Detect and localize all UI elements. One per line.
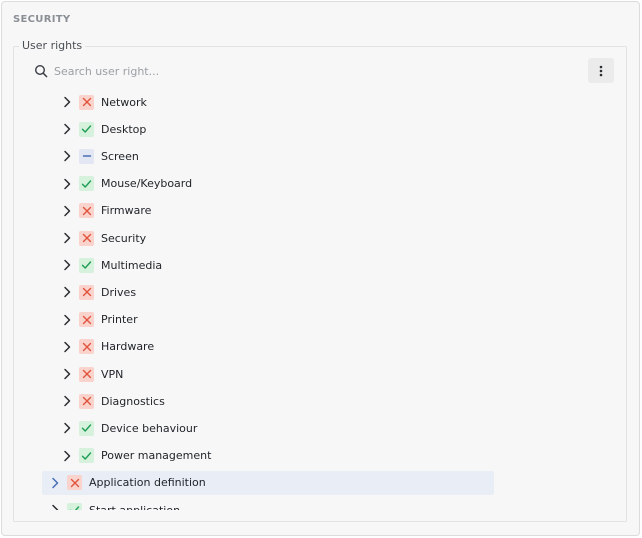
tree-row[interactable]: Power management xyxy=(61,444,211,468)
checkmark-icon xyxy=(79,121,94,137)
chevron-right-icon[interactable] xyxy=(61,96,73,108)
minus-icon xyxy=(79,148,94,164)
tree-row[interactable]: Screen xyxy=(61,144,139,168)
x-mark-icon xyxy=(79,284,94,300)
tree-row[interactable]: Printer xyxy=(61,308,138,332)
tree-row-label: Multimedia xyxy=(101,258,163,272)
chevron-right-icon[interactable] xyxy=(49,504,61,510)
chevron-right-icon[interactable] xyxy=(61,395,73,407)
chevron-right-icon[interactable] xyxy=(61,178,73,190)
x-mark-icon xyxy=(67,475,82,491)
tree-row[interactable]: VPN xyxy=(61,362,123,386)
tree-row[interactable]: Drives xyxy=(61,280,136,304)
more-vertical-icon xyxy=(599,65,603,77)
tree-row-label: Firmware xyxy=(101,204,152,218)
tree-row-label: Network xyxy=(101,95,147,109)
tree-row[interactable]: Application definition xyxy=(42,470,494,495)
x-mark-icon xyxy=(79,203,94,219)
x-mark-icon xyxy=(79,94,94,110)
tree-row[interactable]: Security xyxy=(61,226,146,250)
chevron-right-icon[interactable] xyxy=(49,477,61,489)
tree-row-label: Device behaviour xyxy=(101,421,198,435)
tree-row-label: Drives xyxy=(101,285,137,299)
tree-row[interactable]: Hardware xyxy=(61,335,154,359)
search-icon xyxy=(34,64,48,78)
chevron-right-icon[interactable] xyxy=(61,232,73,244)
tree-row-label: Printer xyxy=(101,313,138,327)
checkmark-icon xyxy=(67,502,82,510)
x-mark-icon xyxy=(79,312,94,328)
chevron-right-icon[interactable] xyxy=(61,150,73,162)
tree-row[interactable]: Multimedia xyxy=(61,253,162,277)
tree-row[interactable]: Mouse/Keyboard xyxy=(61,172,192,196)
tree-row-label: Diagnostics xyxy=(101,394,165,408)
tree-row-label: Mouse/Keyboard xyxy=(101,177,193,191)
chevron-right-icon[interactable] xyxy=(61,450,73,462)
x-mark-icon xyxy=(79,366,94,382)
tree-row-label: Start application xyxy=(89,503,181,511)
x-mark-icon xyxy=(79,339,94,355)
user-rights-legend: User rights xyxy=(19,39,86,52)
chevron-right-icon[interactable] xyxy=(61,259,73,271)
tree-row-label: Screen xyxy=(101,149,139,163)
tree-row[interactable]: Network xyxy=(61,90,147,114)
checkmark-icon xyxy=(79,420,94,436)
chevron-right-icon[interactable] xyxy=(61,422,73,434)
tree-row-label: VPN xyxy=(101,367,124,381)
tree-row-label: Security xyxy=(101,231,147,245)
x-mark-icon xyxy=(79,230,94,246)
x-mark-icon xyxy=(79,393,94,409)
chevron-right-icon[interactable] xyxy=(61,205,73,217)
tree-row[interactable]: Device behaviour xyxy=(61,416,197,440)
chevron-right-icon[interactable] xyxy=(61,314,73,326)
checkmark-icon xyxy=(79,257,94,273)
tree-row-label: Application definition xyxy=(89,476,206,490)
user-rights-tree: Network Desktop Screen Mouse/Keyboard Firmwa… xyxy=(28,90,613,510)
chevron-right-icon[interactable] xyxy=(61,123,73,135)
tree-row[interactable]: Diagnostics xyxy=(61,389,165,413)
chevron-right-icon[interactable] xyxy=(61,341,73,353)
tree-row[interactable]: Firmware xyxy=(61,199,151,223)
tree-row-label: Desktop xyxy=(101,122,147,136)
more-options-button[interactable] xyxy=(588,58,614,83)
search-input[interactable] xyxy=(54,64,374,78)
tree-row[interactable]: Desktop xyxy=(61,117,146,141)
tree-row-label: Hardware xyxy=(101,340,155,354)
search-bar xyxy=(34,62,434,80)
tree-row-label: Power management xyxy=(101,449,212,463)
section-title: SECURITY xyxy=(13,14,71,25)
chevron-right-icon[interactable] xyxy=(61,286,73,298)
checkmark-icon xyxy=(79,176,94,192)
checkmark-icon xyxy=(79,448,94,464)
tree-row[interactable]: Start application xyxy=(42,498,494,510)
chevron-right-icon[interactable] xyxy=(61,368,73,380)
